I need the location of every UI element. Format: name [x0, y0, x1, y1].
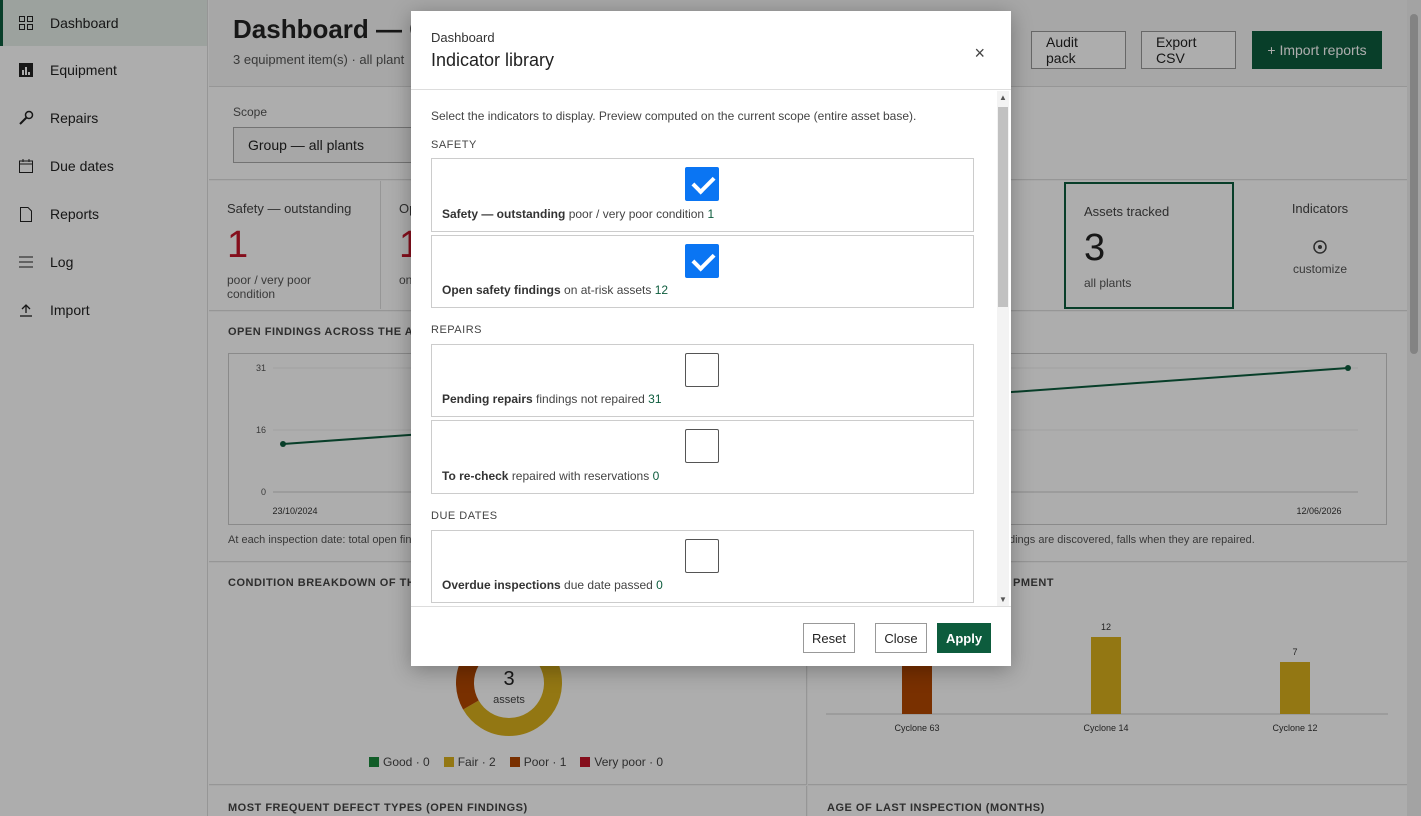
- scrollbar-thumb[interactable]: [998, 107, 1008, 307]
- section-heading-repairs: REPAIRS: [431, 324, 482, 336]
- indicator-card-open-safety-findings[interactable]: Open safety findings on at-risk assets 1…: [431, 235, 974, 308]
- indicator-card-to-recheck[interactable]: To re-check repaired with reservations 0: [431, 420, 974, 494]
- indicator-count: 12: [654, 283, 669, 297]
- modal-intro: Select the indicators to display. Previe…: [431, 109, 917, 123]
- indicator-desc: due date passed: [564, 578, 653, 592]
- indicator-checkbox[interactable]: [685, 429, 719, 463]
- indicator-card-pending-repairs[interactable]: Pending repairs findings not repaired 31: [431, 344, 974, 417]
- indicator-name: Overdue inspections: [442, 578, 561, 592]
- indicator-text: To re-check repaired with reservations 0: [442, 469, 659, 483]
- indicator-text: Overdue inspections due date passed 0: [442, 578, 663, 592]
- indicator-count: 0: [656, 578, 663, 592]
- indicator-text: Pending repairs findings not repaired 31: [442, 392, 662, 406]
- scroll-up-icon[interactable]: ▲: [999, 93, 1007, 102]
- indicator-checkbox[interactable]: [685, 539, 719, 573]
- indicator-text: Open safety findings on at-risk assets 1…: [442, 283, 668, 297]
- section-heading-due-dates: DUE DATES: [431, 510, 498, 522]
- indicator-library-modal: Dashboard Indicator library × Select the…: [411, 11, 1011, 666]
- indicator-name: To re-check: [442, 469, 509, 483]
- indicator-name: Safety — outstanding: [442, 207, 566, 221]
- indicator-desc: findings not repaired: [536, 392, 645, 406]
- indicator-text: Safety — outstanding poor / very poor co…: [442, 207, 714, 221]
- indicator-name: Open safety findings: [442, 283, 561, 297]
- scroll-down-icon[interactable]: ▼: [999, 595, 1007, 604]
- modal-footer: Reset Close Apply: [411, 606, 1011, 666]
- modal-title: Indicator library: [431, 50, 555, 70]
- modal-body: Select the indicators to display. Previe…: [411, 91, 1011, 606]
- indicator-card-safety-outstanding[interactable]: Safety — outstanding poor / very poor co…: [431, 158, 974, 232]
- indicator-card-overdue-inspections[interactable]: Overdue inspections due date passed 0: [431, 530, 974, 603]
- modal-kicker: Dashboard: [431, 30, 495, 45]
- indicator-count: 31: [648, 392, 662, 406]
- section-heading-safety: SAFETY: [431, 139, 477, 151]
- indicator-desc: on at-risk assets: [564, 283, 652, 297]
- indicator-count: 0: [652, 469, 660, 483]
- indicator-desc: repaired with reservations: [511, 469, 650, 483]
- apply-button[interactable]: Apply: [937, 623, 991, 653]
- indicator-name: Pending repairs: [442, 392, 533, 406]
- indicator-checkbox[interactable]: [685, 353, 719, 387]
- indicator-desc: poor / very poor condition: [568, 207, 705, 221]
- indicator-count: 1: [707, 207, 715, 221]
- indicator-checkbox[interactable]: [685, 167, 719, 201]
- close-icon[interactable]: ×: [974, 43, 985, 64]
- close-button[interactable]: Close: [875, 623, 927, 653]
- reset-button[interactable]: Reset: [803, 623, 855, 653]
- indicator-checkbox[interactable]: [685, 244, 719, 278]
- modal-header: Dashboard Indicator library ×: [411, 11, 1011, 90]
- modal-scrollbar[interactable]: ▲ ▼: [997, 91, 1009, 606]
